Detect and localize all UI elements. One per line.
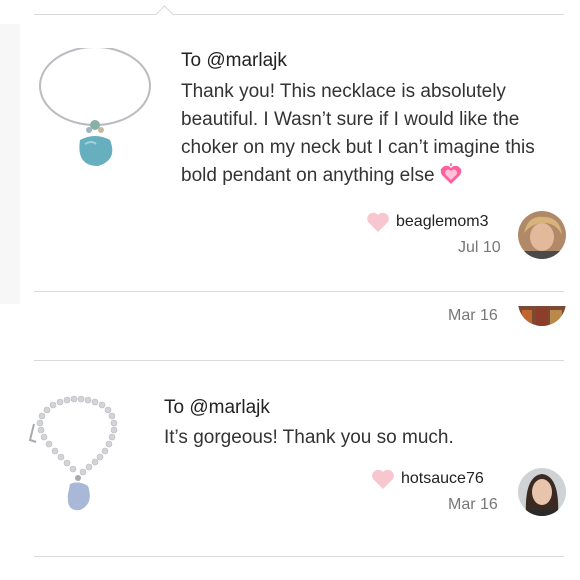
like-heart-icon[interactable] (366, 211, 390, 238)
reviewer-avatar[interactable] (518, 468, 566, 516)
product-thumbnail-pearl-necklace[interactable] (20, 394, 138, 522)
review-date: Jul 10 (458, 239, 501, 256)
review-message-text: Thank you! This necklace is absolutely b… (181, 81, 535, 186)
product-thumbnail-choker[interactable] (36, 46, 154, 170)
divider (34, 291, 564, 292)
top-divider (34, 14, 564, 15)
review-message: It’s gorgeous! Thank you so much. (164, 427, 454, 448)
divider-notch (155, 5, 174, 24)
like-heart-icon[interactable] (371, 468, 395, 495)
reviewer-username[interactable]: beaglemom3 (396, 213, 489, 231)
reviewer-username[interactable]: hotsauce76 (401, 470, 484, 488)
review-date: Mar 16 (448, 307, 498, 324)
review-message: Thank you! This necklace is absolutely b… (181, 78, 561, 194)
recipient-label: To @marlajk (164, 397, 270, 418)
review-date: Mar 16 (448, 496, 498, 513)
recipient-label: To @marlajk (181, 50, 287, 71)
growing-heart-icon (439, 163, 463, 194)
reviewer-avatar[interactable] (518, 211, 566, 259)
divider (34, 556, 564, 557)
